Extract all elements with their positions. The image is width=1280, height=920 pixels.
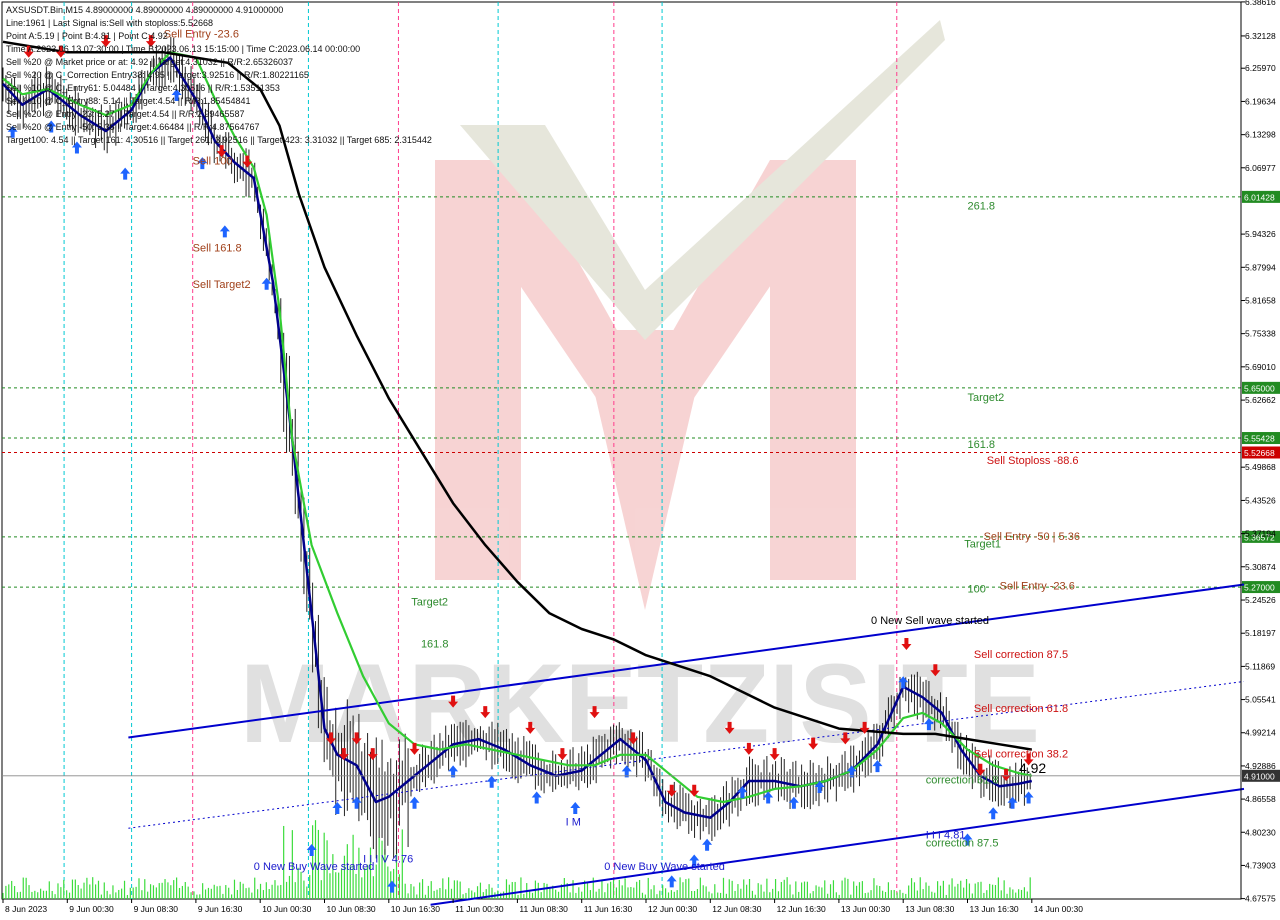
price-tick-label: 4.99214 <box>1245 728 1276 738</box>
price-tick-label: 5.94326 <box>1245 229 1276 239</box>
info-line: Sell %20 @ Market price or at: 4.92 || T… <box>6 57 293 67</box>
time-tick-label: 10 Jun 00:30 <box>262 904 311 914</box>
info-line: Sell %10 @ C_Entry61: 5.04484 || Target:… <box>6 83 280 93</box>
price-tick-label: 5.87994 <box>1245 262 1276 272</box>
time-tick-label: 12 Jun 00:30 <box>648 904 697 914</box>
info-line: Sell %20 @ Entry -23: 5.27 || Target:4.5… <box>6 109 244 119</box>
time-tick-label: 9 Jun 16:30 <box>198 904 243 914</box>
info-line: Target100: 4.54 || Target 161: 4.30516 |… <box>6 135 432 145</box>
info-line: Sell %20 @ C_Correction Entry38: 4.95 ||… <box>6 70 309 80</box>
chart-label: Sell Target2 <box>193 279 251 291</box>
price-tick-label: 5.49868 <box>1245 462 1276 472</box>
level-tag-label: 5.27000 <box>1244 583 1275 593</box>
price-tick-label: 5.11869 <box>1245 661 1275 671</box>
price-tick-label: 5.30874 <box>1245 562 1276 572</box>
chart-label: I I I 4.81 <box>926 830 966 842</box>
chart-label: Target2 <box>968 392 1005 404</box>
chart-label: 261.8 <box>968 201 996 213</box>
price-tick-label: 4.67575 <box>1245 894 1276 904</box>
chart-label: Target2 <box>411 596 448 608</box>
chart-label: 161.8 <box>421 638 449 650</box>
time-tick-label: 8 Jun 2023 <box>5 904 47 914</box>
chart-label: Sell Entry -23.6 <box>164 29 239 41</box>
level-tag-label: 6.01428 <box>1244 192 1275 202</box>
price-tick-label: 5.43526 <box>1245 495 1276 505</box>
chart-label: 100 <box>968 583 986 595</box>
time-tick-label: 11 Jun 08:30 <box>519 904 568 914</box>
price-tick-label: 6.32128 <box>1245 31 1276 41</box>
info-line: Time A:2023.06.13 07:30:00 | Time B:2023… <box>6 44 360 54</box>
chart-label: I I I V 4.76 <box>363 853 413 865</box>
time-tick-label: 10 Jun 08:30 <box>327 904 376 914</box>
chart-label: Sell 161.8 <box>193 243 242 255</box>
time-tick-label: 11 Jun 16:30 <box>584 904 633 914</box>
price-tick-label: 6.25970 <box>1245 63 1276 73</box>
chart-label: correction 61.8 <box>926 775 999 787</box>
info-line: Sell %20 @ Entry -50: 5.36 || Target:4.6… <box>6 122 259 132</box>
price-tick-label: 4.86558 <box>1245 794 1276 804</box>
time-tick-label: 14 Jun 00:30 <box>1034 904 1083 914</box>
price-tick-label: 5.81658 <box>1245 296 1276 306</box>
price-tick-label: 6.19634 <box>1245 96 1276 106</box>
price-tick-label: 5.37194 <box>1245 529 1276 539</box>
chart-label: Target1 <box>964 539 1001 551</box>
price-tick-label: 5.18197 <box>1245 628 1276 638</box>
time-tick-label: 12 Jun 16:30 <box>777 904 826 914</box>
chart-label: Sell correction 61.8 <box>974 703 1068 715</box>
price-chart[interactable]: MARKETZISITE 6.014285.650005.554285.5266… <box>0 0 1280 920</box>
time-tick-label: 12 Jun 08:30 <box>712 904 761 914</box>
price-tick-label: 4.73903 <box>1245 860 1276 870</box>
time-tick-label: 9 Jun 00:30 <box>69 904 114 914</box>
time-tick-label: 9 Jun 08:30 <box>134 904 179 914</box>
level-tag-label: 5.55428 <box>1244 434 1275 444</box>
price-tick-label: 5.24526 <box>1245 595 1276 605</box>
price-tick-label: 5.69010 <box>1245 362 1276 372</box>
chart-label: 0 New Sell wave started <box>871 615 989 627</box>
chart-label: 161.8 <box>968 439 996 451</box>
level-tag-label: 5.52668 <box>1244 448 1275 458</box>
price-tick-label: 4.92886 <box>1245 761 1276 771</box>
chart-label: Sell 100 <box>193 156 233 168</box>
chart-label: Sell Entry -23.6 <box>1000 581 1075 593</box>
chart-label: 4.92 <box>1019 760 1046 776</box>
chart-label: Sell correction 87.5 <box>974 649 1068 661</box>
level-tag-label: 5.65000 <box>1244 383 1275 393</box>
current-price-label: 4.91000 <box>1244 771 1275 781</box>
time-tick-label: 13 Jun 00:30 <box>841 904 890 914</box>
chart-label: 0 New Buy Wave started <box>604 861 725 873</box>
time-tick-label: 13 Jun 08:30 <box>905 904 954 914</box>
price-tick-label: 4.80230 <box>1245 827 1276 837</box>
chart-label: 0 New Buy Wave started <box>254 861 375 873</box>
info-line: Line:1961 | Last Signal is:Sell with sto… <box>6 18 213 28</box>
info-line: Sell %10 @ C_Entry88: 5.14 || Target:4.5… <box>6 96 250 106</box>
price-tick-label: 5.05541 <box>1245 695 1276 705</box>
price-tick-label: 5.75338 <box>1245 329 1276 339</box>
price-tick-label: 6.06977 <box>1245 163 1276 173</box>
info-line: Point A:5.19 | Point B:4.81 | Point C:4.… <box>6 31 168 41</box>
time-tick-label: 10 Jun 16:30 <box>391 904 440 914</box>
price-tick-label: 6.38616 <box>1245 0 1276 7</box>
price-tick-label: 5.62662 <box>1245 395 1276 405</box>
time-tick-label: 13 Jun 16:30 <box>970 904 1019 914</box>
info-line: AXSUSDT.Bin,M15 4.89000000 4.89000000 4.… <box>6 5 283 15</box>
chart-label: I M <box>566 817 581 829</box>
chart-label: Sell Stoploss -88.6 <box>987 455 1079 467</box>
chart-label: Sell correction 38.2 <box>974 748 1068 760</box>
price-tick-label: 6.13298 <box>1245 130 1276 140</box>
time-tick-label: 11 Jun 00:30 <box>455 904 504 914</box>
